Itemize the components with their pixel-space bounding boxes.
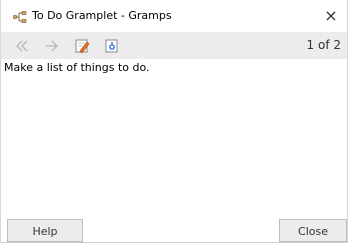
gramps-tree-icon — [13, 9, 27, 23]
toolbar: 1 of 2 — [1, 32, 347, 59]
title-bar: To Do Gramplet - Gramps × — [1, 0, 347, 32]
edit-note-icon[interactable] — [73, 37, 91, 55]
new-note-icon[interactable] — [103, 37, 121, 55]
back-arrow-icon[interactable] — [13, 37, 31, 55]
todo-text[interactable]: Make a list of things to do. — [4, 61, 150, 74]
forward-arrow-icon[interactable] — [43, 37, 61, 55]
help-button[interactable]: Help — [7, 219, 83, 242]
window-close-icon[interactable]: × — [319, 5, 343, 27]
window-title: To Do Gramplet - Gramps — [32, 9, 172, 22]
gramplet-window: To Do Gramplet - Gramps × 1 of 2 Make a … — [0, 0, 348, 243]
page-counter: 1 of 2 — [306, 38, 341, 52]
gramplet-content[interactable]: Make a list of things to do. — [1, 59, 347, 219]
close-button[interactable]: Close — [279, 219, 347, 242]
